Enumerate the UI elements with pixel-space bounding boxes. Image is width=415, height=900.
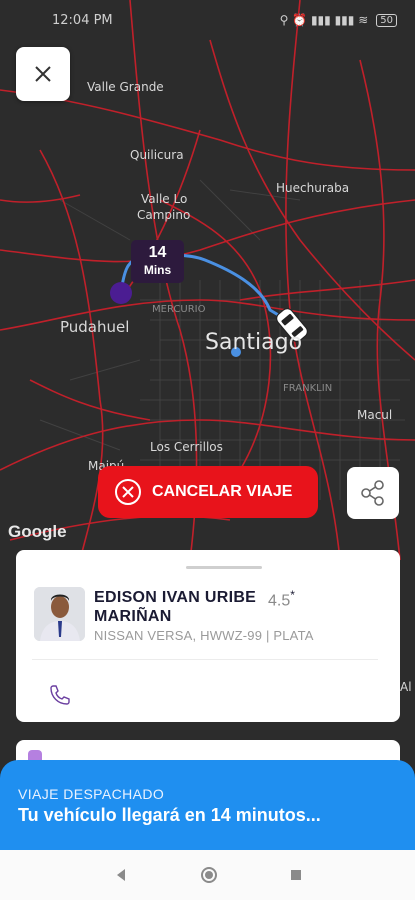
trip-message: Tu vehículo llegará en 14 minutos... [18, 805, 321, 825]
phone-icon [50, 685, 70, 705]
driver-card: EDISON IVAN URIBE MARIÑAN 4.5* NISSAN VE… [16, 550, 400, 722]
map-label: Huechuraba [276, 181, 350, 195]
origin-marker [110, 282, 132, 304]
map-label: FRANKLIN [283, 383, 333, 394]
close-icon [35, 66, 51, 82]
divider [32, 659, 378, 660]
status-icons: ⚲ ⏰ ▮▮▮ ▮▮▮ ≋ [279, 13, 369, 27]
system-nav-bar [0, 850, 415, 900]
map-label: MERCURIO [152, 304, 206, 315]
recents-icon[interactable] [289, 868, 303, 882]
map-label-santiago: Santiago [205, 330, 303, 355]
status-bar: 12:04 PM ⚲ ⏰ ▮▮▮ ▮▮▮ ≋ 50 [0, 0, 415, 40]
status-time: 12:04 PM [52, 12, 113, 28]
close-button[interactable] [16, 47, 70, 101]
map-label: Pudahuel [60, 318, 130, 336]
call-driver-button[interactable] [48, 683, 72, 711]
map-label: Los Cerrillos [150, 440, 223, 454]
share-button[interactable] [347, 467, 399, 519]
battery-icon: 50 [376, 13, 397, 27]
cancel-circle-icon [115, 479, 141, 505]
map-label: Valle Grande [87, 80, 164, 94]
trip-status-banner: VIAJE DESPACHADO Tu vehículo llegará en … [0, 760, 415, 850]
cancel-trip-label: CANCELAR VIAJE [152, 483, 293, 500]
back-icon[interactable] [113, 867, 129, 883]
map-label: Macul [357, 408, 393, 422]
map-label: Campino [137, 208, 191, 222]
eta-badge: 14 Mins [131, 240, 184, 283]
google-logo: Google [8, 522, 67, 541]
cancel-trip-button[interactable]: CANCELAR VIAJE [98, 466, 318, 518]
map-label: Quilicura [130, 148, 184, 162]
driver-rating: 4.5* [268, 588, 295, 610]
trip-status: VIAJE DESPACHADO [18, 786, 165, 802]
map-label: Valle Lo [141, 192, 188, 206]
vehicle-info: NISSAN VERSA, HWWZ-99 | PLATA [94, 628, 314, 643]
rating-star-icon: * [290, 588, 295, 602]
eta-number: 14 [148, 244, 167, 261]
driver-avatar [34, 587, 85, 641]
drag-handle[interactable] [186, 566, 262, 569]
driver-name: EDISON IVAN URIBE MARIÑAN [94, 589, 257, 625]
home-icon[interactable] [199, 865, 219, 885]
map-label: Al [400, 680, 412, 694]
share-icon [361, 480, 384, 506]
eta-unit: Mins [143, 263, 172, 277]
